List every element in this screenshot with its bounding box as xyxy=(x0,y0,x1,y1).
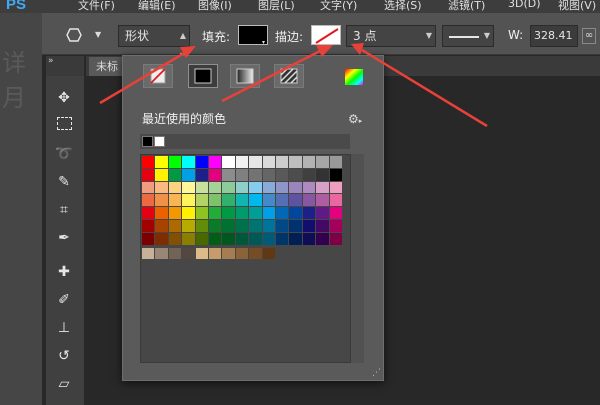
arrow-to-stroke xyxy=(221,48,323,103)
arrow-head-stroke-right xyxy=(351,43,364,55)
arrow-to-stroke-right xyxy=(361,48,488,128)
annotation-arrows xyxy=(99,43,488,128)
arrow-head-shape-mode xyxy=(180,46,196,58)
arrow-to-shape-mode xyxy=(99,50,187,105)
